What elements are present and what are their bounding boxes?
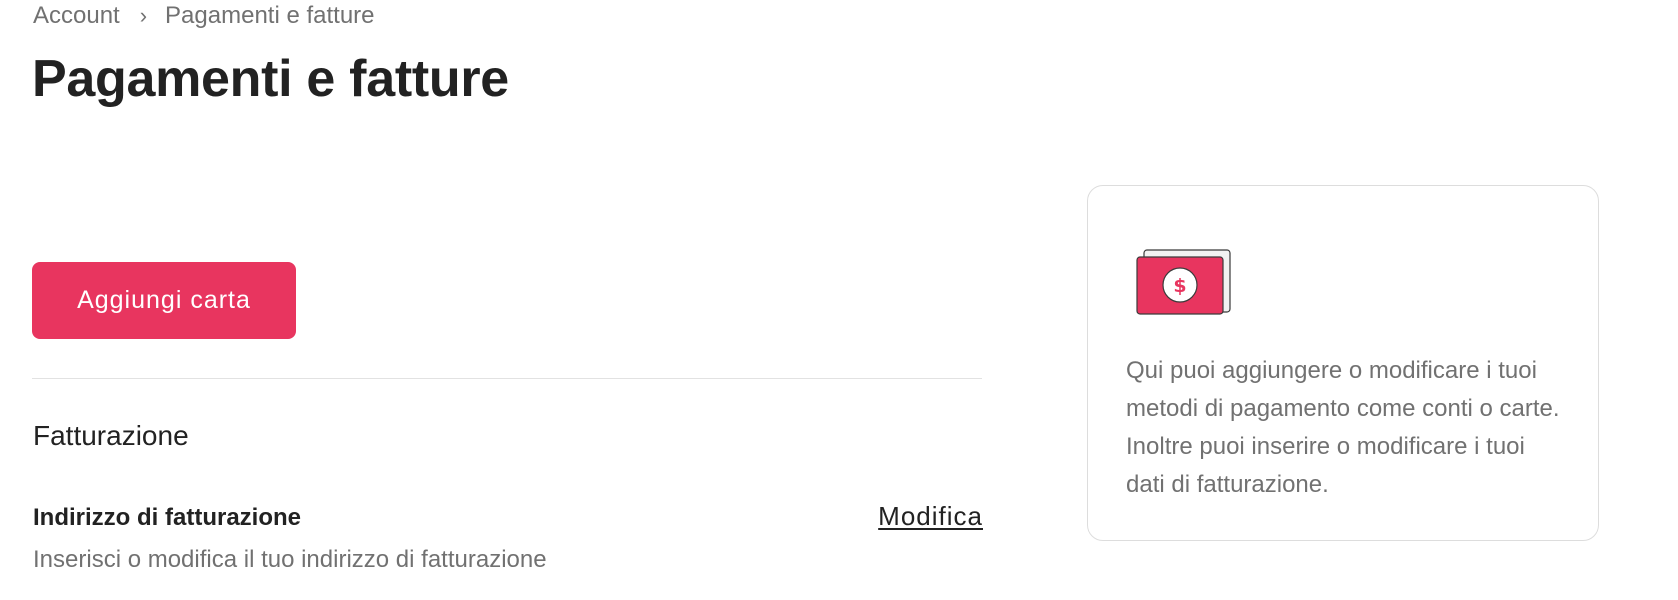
svg-text:$: $ (1173, 275, 1186, 297)
page-title: Pagamenti e fatture (32, 50, 509, 108)
breadcrumb: Account › Pagamenti e fatture (33, 0, 375, 32)
billing-address-label: Indirizzo di fatturazione (33, 504, 301, 531)
breadcrumb-separator: › (139, 3, 148, 28)
money-card-icon: $ (1136, 249, 1232, 315)
add-card-button[interactable]: Aggiungi carta (32, 262, 296, 339)
section-divider (32, 378, 982, 379)
info-card: $ Qui puoi aggiungere o modificare i tuo… (1087, 185, 1599, 541)
billing-address-description: Inserisci o modifica il tuo indirizzo di… (33, 546, 547, 573)
breadcrumb-current: Pagamenti e fatture (165, 2, 375, 29)
info-card-text: Qui puoi aggiungere o modificare i tuoi … (1126, 357, 1560, 498)
billing-section-title: Fatturazione (33, 420, 189, 451)
edit-billing-address-link[interactable]: Modifica (878, 498, 983, 534)
breadcrumb-account-link[interactable]: Account (33, 0, 120, 32)
